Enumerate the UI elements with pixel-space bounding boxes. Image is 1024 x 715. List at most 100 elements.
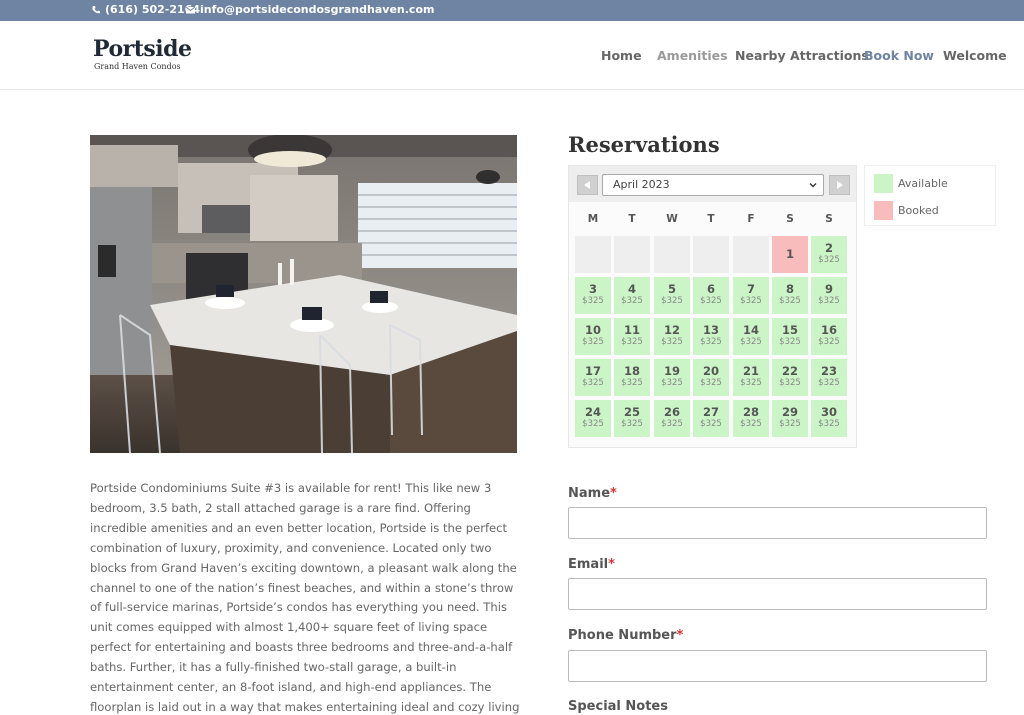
day-number: 12 — [663, 323, 680, 337]
calendar-day-5[interactable]: 5 $325 — [654, 277, 690, 314]
day-number: 28 — [742, 405, 759, 419]
email-label: Email* — [568, 557, 615, 572]
weekday-header: M — [587, 213, 599, 225]
calendar-day-30[interactable]: 30 $325 — [811, 400, 847, 437]
phone-label: Phone Number* — [568, 628, 683, 643]
day-number: 4 — [627, 282, 636, 296]
day-price: $325 — [740, 296, 762, 306]
calendar-day-15[interactable]: 15 $325 — [772, 318, 808, 355]
day-number: 30 — [820, 405, 837, 419]
calendar-day-4[interactable]: 4 $325 — [614, 277, 650, 314]
day-price: $325 — [621, 419, 643, 429]
day-price: $325 — [661, 337, 683, 347]
email-input[interactable] — [568, 578, 987, 610]
calendar-day-1: 1 — [772, 236, 808, 273]
kitchen-photo — [90, 135, 517, 453]
nav-nearby-attractions[interactable]: Nearby Attractions — [735, 48, 869, 63]
calendar-day-21[interactable]: 21 $325 — [733, 359, 769, 396]
calendar-day-8[interactable]: 8 $325 — [772, 277, 808, 314]
day-number: 24 — [584, 405, 601, 419]
day-number: 13 — [702, 323, 719, 337]
day-number: 22 — [781, 364, 798, 378]
calendar-day-11[interactable]: 11 $325 — [614, 318, 650, 355]
email-contact[interactable]: info@portsidecondosgrandhaven.com — [185, 3, 434, 16]
day-price: $325 — [779, 337, 801, 347]
calendar-legend: Available Booked — [864, 165, 996, 226]
calendar-day-2[interactable]: 2 $325 — [811, 236, 847, 273]
calendar-day-14[interactable]: 14 $325 — [733, 318, 769, 355]
calendar-day-29[interactable]: 29 $325 — [772, 400, 808, 437]
day-price: $325 — [582, 296, 604, 306]
day-number: 5 — [667, 282, 676, 296]
availability-calendar: April 2023 M T W T F S S 1 2 $325 3 $325 4 $325 5 $325 6… — [568, 165, 857, 448]
top-bar: (616) 502-2164 info@portsidecondosgrandh… — [0, 0, 1024, 21]
email-address: info@portsidecondosgrandhaven.com — [200, 3, 435, 16]
calendar-day-23[interactable]: 23 $325 — [811, 359, 847, 396]
day-price: $325 — [621, 296, 643, 306]
special-notes-label: Special Notes — [568, 699, 668, 714]
day-number: 6 — [706, 282, 715, 296]
nav-amenities[interactable]: Amenities — [657, 48, 728, 63]
email-label-text: Email — [568, 557, 609, 572]
calendar-day-22[interactable]: 22 $325 — [772, 359, 808, 396]
day-price: $325 — [700, 378, 722, 388]
phone-label-text: Phone Number — [568, 628, 677, 643]
site-header: Portside Grand Haven Condos Home Ameniti… — [0, 21, 1024, 90]
calendar-day-18[interactable]: 18 $325 — [614, 359, 650, 396]
day-price: $325 — [621, 337, 643, 347]
nav-book-now[interactable]: Book Now — [864, 48, 934, 63]
calendar-day-25[interactable]: 25 $325 — [614, 400, 650, 437]
prev-month-button[interactable] — [577, 175, 598, 195]
calendar-day-26[interactable]: 26 $325 — [654, 400, 690, 437]
calendar-day-3[interactable]: 3 $325 — [575, 277, 611, 314]
name-input[interactable] — [568, 507, 987, 539]
weekday-header: S — [786, 213, 794, 225]
calendar-day-12[interactable]: 12 $325 — [654, 318, 690, 355]
chevron-right-icon — [837, 181, 843, 189]
weekday-header: T — [628, 213, 636, 225]
day-price: $325 — [621, 378, 643, 388]
phone-contact[interactable]: (616) 502-2164 — [91, 3, 200, 16]
legend-booked-label: Booked — [898, 204, 939, 217]
site-logo[interactable]: Portside Grand Haven Condos — [93, 35, 192, 79]
day-number: 26 — [663, 405, 680, 419]
calendar-day-24[interactable]: 24 $325 — [575, 400, 611, 437]
day-number: 27 — [702, 405, 719, 419]
calendar-day-10[interactable]: 10 $325 — [575, 318, 611, 355]
calendar-day-9[interactable]: 9 $325 — [811, 277, 847, 314]
nav-home[interactable]: Home — [601, 48, 642, 63]
calendar-day-6[interactable]: 6 $325 — [693, 277, 729, 314]
calendar-day-13[interactable]: 13 $325 — [693, 318, 729, 355]
day-number: 23 — [820, 364, 837, 378]
calendar-day-28[interactable]: 28 $325 — [733, 400, 769, 437]
day-price: $325 — [661, 378, 683, 388]
next-month-button[interactable] — [829, 175, 850, 195]
day-price: $325 — [818, 255, 840, 265]
calendar-day-17[interactable]: 17 $325 — [575, 359, 611, 396]
weekday-header: S — [825, 213, 833, 225]
calendar-day-20[interactable]: 20 $325 — [693, 359, 729, 396]
weekday-header: T — [707, 213, 715, 225]
day-price: $325 — [779, 419, 801, 429]
phone-input[interactable] — [568, 650, 987, 682]
calendar-day-16[interactable]: 16 $325 — [811, 318, 847, 355]
calendar-day-19[interactable]: 19 $325 — [654, 359, 690, 396]
day-price: $325 — [818, 296, 840, 306]
day-number: 10 — [584, 323, 601, 337]
day-price: $325 — [582, 378, 604, 388]
calendar-day-7[interactable]: 7 $325 — [733, 277, 769, 314]
day-number: 29 — [781, 405, 798, 419]
day-price: $325 — [740, 337, 762, 347]
day-price: $325 — [740, 419, 762, 429]
calendar-day-27[interactable]: 27 $325 — [693, 400, 729, 437]
logo-tagline: Grand Haven Condos — [94, 62, 181, 71]
chevron-left-icon — [584, 181, 590, 189]
day-price: $325 — [818, 378, 840, 388]
day-price: $325 — [740, 378, 762, 388]
day-number: 14 — [742, 323, 759, 337]
day-number: 8 — [785, 282, 794, 296]
day-number: 25 — [623, 405, 640, 419]
month-select[interactable]: April 2023 — [602, 174, 824, 196]
nav-welcome[interactable]: Welcome — [943, 48, 1007, 63]
day-price: $325 — [779, 378, 801, 388]
